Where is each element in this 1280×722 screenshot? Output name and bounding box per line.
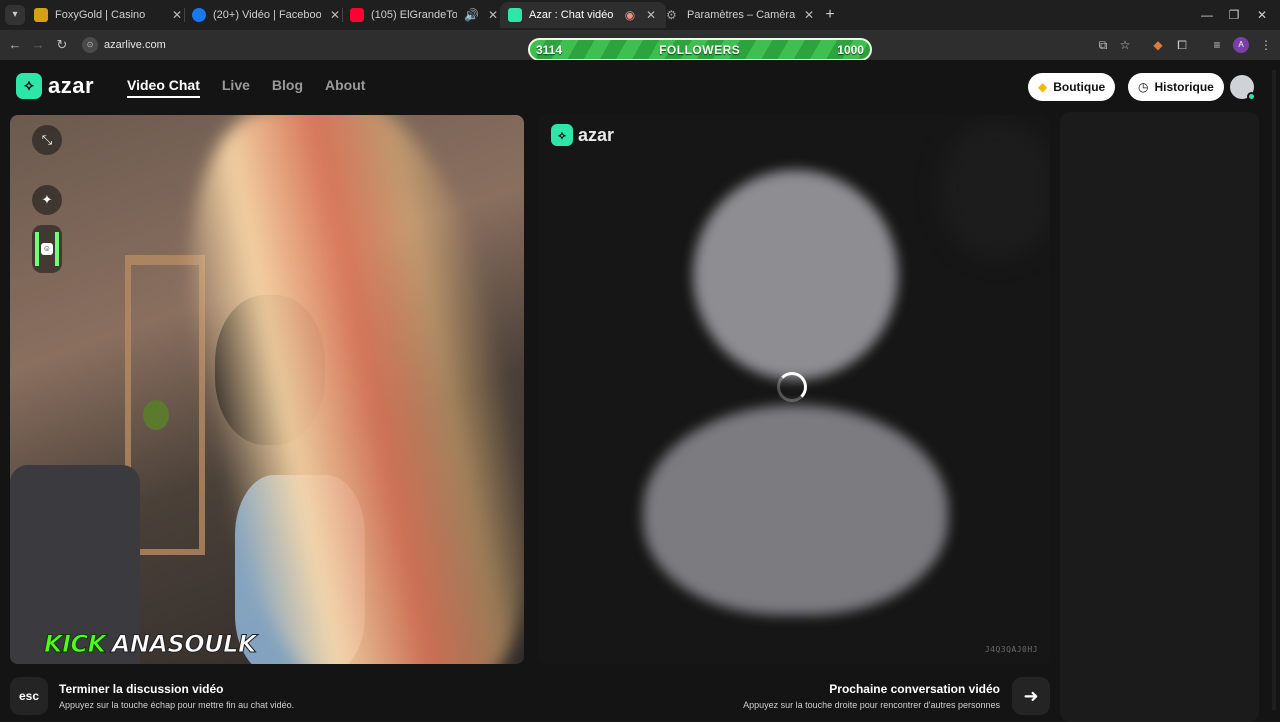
tab-close-icon[interactable]: ✕	[644, 8, 658, 22]
browser-profile-avatar[interactable]: A	[1233, 37, 1249, 53]
minimize-icon[interactable]: —	[1197, 6, 1217, 24]
tab-title: FoxyGold | Casino	[55, 9, 146, 21]
azar-logo-text: azar	[48, 73, 95, 98]
followers-current-count: 3114	[536, 42, 563, 57]
end-chat-hint: Appuyez sur la touche échap pour mettre …	[59, 700, 295, 710]
browser-tabstrip: ▾ FoxyGold | Casino ✕ (20+) Vidéo | Face…	[0, 0, 1280, 30]
clock-icon: ◷	[1138, 80, 1149, 94]
azar-page: ⟡ azar Video Chat Live Blog About ◆ Bout…	[0, 60, 1280, 722]
back-icon[interactable]: ←	[6, 36, 24, 54]
loading-spinner-icon	[777, 372, 807, 402]
tab-close-icon[interactable]: ✕	[170, 8, 184, 22]
site-info-icon[interactable]: ⊙	[82, 37, 98, 53]
next-chat-title: Prochaine conversation vidéo	[829, 682, 1000, 696]
new-tab-button[interactable]: +	[820, 5, 840, 25]
effects-button[interactable]: ✦	[32, 185, 62, 215]
extensions-puzzle-icon[interactable]: ⧠	[1173, 36, 1191, 54]
extension-fox-icon[interactable]: ◆	[1149, 36, 1167, 54]
next-chat-hint: Appuyez sur la touche droite pour rencon…	[743, 700, 1000, 710]
motion-blur-hand	[148, 115, 524, 664]
facebook-favicon-icon	[192, 8, 206, 22]
followers-goal-bar: 3114 FOLLOWERS 1000	[528, 38, 872, 61]
more-menu-icon[interactable]: ⋮	[1257, 36, 1275, 54]
tab-title: Paramètres – Caméra	[687, 9, 795, 21]
expand-icon: ⤡	[41, 132, 53, 147]
url-text: azarlive.com	[104, 39, 166, 51]
page-scrollbar[interactable]	[1272, 70, 1276, 710]
maximize-icon[interactable]: ❐	[1224, 6, 1244, 24]
esc-key-button[interactable]: esc	[10, 677, 48, 715]
face-mask-icon: ☺	[41, 243, 53, 255]
foxygold-favicon-icon	[34, 8, 48, 22]
tab-youtube[interactable]: (105) ElGrandeToto - SULTA 🔊 ✕	[342, 2, 508, 28]
remote-azar-watermark: ⟡ azar	[551, 124, 614, 146]
shop-label: Boutique	[1053, 80, 1106, 94]
install-app-icon[interactable]: ⧉	[1094, 36, 1112, 54]
placeholder-head	[693, 170, 898, 380]
local-video: ⤡ ✦ ☺ KICK ANASOULK	[10, 115, 524, 664]
followers-label: FOLLOWERS	[659, 42, 741, 57]
chat-side-panel	[1060, 112, 1259, 722]
bookmark-star-icon[interactable]: ☆	[1116, 36, 1134, 54]
history-label: Historique	[1154, 80, 1214, 94]
azar-watermark-text: azar	[578, 124, 615, 145]
speaker-icon[interactable]: 🔊	[464, 8, 479, 22]
azar-logo-icon: ⟡	[16, 73, 42, 99]
user-avatar[interactable]	[1230, 75, 1256, 101]
face-mask-button[interactable]: ☺	[32, 225, 62, 273]
shop-button[interactable]: ◆ Boutique	[1028, 73, 1116, 101]
tab-title: (20+) Vidéo | Facebook	[213, 9, 321, 21]
azar-favicon-icon	[508, 8, 522, 22]
online-status-dot	[1247, 92, 1256, 101]
video-effects-toolbar: ✦ ☺	[32, 185, 62, 273]
tab-settings-camera[interactable]: ⚙ Paramètres – Caméra ✕	[658, 2, 824, 28]
nav-about[interactable]: About	[325, 77, 365, 98]
tab-facebook[interactable]: (20+) Vidéo | Facebook ✕	[184, 2, 350, 28]
nav-video-chat[interactable]: Video Chat	[127, 77, 200, 98]
end-chat-title: Terminer la discussion vidéo	[59, 682, 224, 696]
kick-stream-tag: KICK ANASOULK	[44, 630, 258, 659]
history-button[interactable]: ◷ Historique	[1128, 73, 1224, 101]
kick-label: KICK	[44, 630, 107, 659]
tab-foxygold[interactable]: FoxyGold | Casino ✕	[26, 2, 192, 28]
azar-logo-icon: ⟡	[551, 124, 573, 146]
sparkle-icon: ✦	[41, 192, 53, 207]
nav-live[interactable]: Live	[222, 77, 250, 98]
youtube-favicon-icon	[350, 8, 364, 22]
main-nav: Video Chat Live Blog About	[127, 77, 365, 98]
diamond-icon: ◆	[1038, 80, 1048, 94]
tab-title: Azar : Chat vidéo avec de n	[529, 9, 616, 21]
tab-close-icon[interactable]: ✕	[486, 8, 500, 22]
tab-close-icon[interactable]: ✕	[328, 8, 342, 22]
remote-video: ⟡ azar J4Q3QAJ0HJ	[538, 115, 1050, 664]
background-plant	[143, 400, 169, 430]
session-code: J4Q3QAJ0HJ	[984, 645, 1038, 654]
tab-search-chevron-icon[interactable]: ▾	[5, 5, 25, 25]
address-bar[interactable]: ⊙ azarlive.com	[82, 35, 166, 55]
arrow-right-icon: ➜	[1023, 686, 1039, 706]
placeholder-body	[643, 405, 948, 615]
tab-azar[interactable]: Azar : Chat vidéo avec de n ◉ ✕	[500, 2, 666, 28]
streamer-name: ANASOULK	[111, 630, 257, 659]
close-window-icon[interactable]: ✕	[1252, 6, 1272, 24]
azar-logo[interactable]: ⟡ azar	[16, 73, 94, 99]
forward-icon[interactable]: →	[29, 36, 47, 54]
tab-close-icon[interactable]: ✕	[802, 8, 816, 22]
followers-goal-count: 1000	[837, 42, 864, 57]
tab-title: (105) ElGrandeToto - SULTA	[371, 9, 458, 21]
nav-blog[interactable]: Blog	[272, 77, 303, 98]
media-control-icon[interactable]: ≡	[1208, 36, 1226, 54]
gear-icon: ⚙	[666, 8, 677, 22]
next-chat-button[interactable]: ➜	[1012, 677, 1050, 715]
reload-icon[interactable]: ↻	[53, 36, 71, 54]
recording-icon: ◉	[624, 8, 636, 22]
collapse-video-button[interactable]: ⤡	[32, 125, 62, 155]
